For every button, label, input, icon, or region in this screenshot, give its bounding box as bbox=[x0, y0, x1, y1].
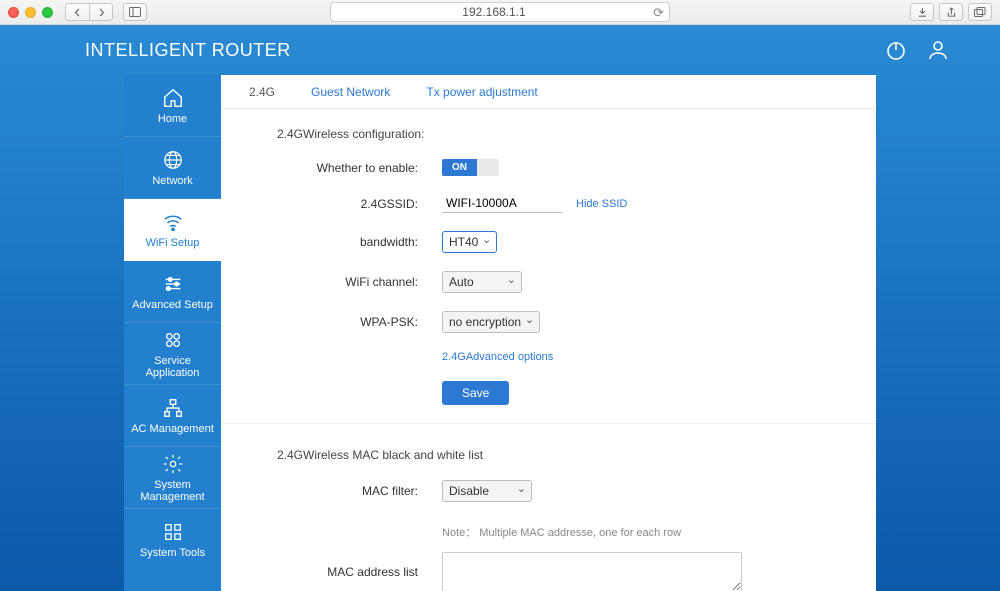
sidebar-item-label: AC Management bbox=[131, 423, 214, 435]
channel-select[interactable]: Auto bbox=[442, 271, 522, 293]
window-controls bbox=[8, 7, 53, 18]
minimize-window-button[interactable] bbox=[25, 7, 36, 18]
globe-icon bbox=[162, 149, 184, 171]
address-bar[interactable]: 192.168.1.1 ⟳ bbox=[330, 2, 670, 22]
mac-note-text: Note： Multiple MAC addresse, one for eac… bbox=[442, 524, 681, 540]
tabs-button[interactable] bbox=[968, 3, 992, 21]
label-ssid: 2.4GSSID: bbox=[277, 197, 442, 211]
row-save: Save bbox=[277, 381, 846, 405]
address-text: 192.168.1.1 bbox=[462, 5, 525, 19]
toggle-off-handle: ​ bbox=[477, 159, 499, 176]
sliders-icon bbox=[162, 273, 184, 295]
apps-icon bbox=[162, 329, 184, 351]
sidebar-item-ac[interactable]: AC Management bbox=[124, 385, 221, 447]
back-button[interactable] bbox=[65, 3, 89, 21]
tabs: 2.4G Guest Network Tx power adjustment bbox=[221, 75, 876, 109]
sidebar-item-label: System Tools bbox=[140, 547, 205, 559]
wpa-select[interactable]: no encryption bbox=[442, 311, 540, 333]
content-panel: 2.4G Guest Network Tx power adjustment 2… bbox=[221, 75, 876, 591]
sidebar: Home Network WiFi Setup Advanced Setup bbox=[124, 75, 221, 591]
sidebar-item-service[interactable]: Service Application bbox=[124, 323, 221, 385]
downloads-button[interactable] bbox=[910, 3, 934, 21]
sidebar-item-label: Service Application bbox=[128, 355, 217, 379]
label-enable: Whether to enable: bbox=[277, 161, 442, 175]
label-channel: WiFi channel: bbox=[277, 275, 442, 289]
section-title-wireless: 2.4GWireless configuration: bbox=[277, 127, 846, 141]
label-mac-addrlist: MAC address list bbox=[277, 565, 442, 579]
sidebar-item-home[interactable]: Home bbox=[124, 75, 221, 137]
user-icon[interactable] bbox=[926, 38, 950, 62]
row-enable: Whether to enable: ON ​ bbox=[277, 159, 846, 176]
hide-ssid-link[interactable]: Hide SSID bbox=[576, 198, 627, 210]
row-mac-addr-list: MAC address list bbox=[277, 552, 846, 591]
sidebar-item-system-tools[interactable]: System Tools bbox=[124, 509, 221, 571]
toolbar-right bbox=[910, 3, 992, 21]
ssid-input[interactable] bbox=[442, 194, 562, 213]
toggle-on-label: ON bbox=[442, 159, 477, 176]
sidebar-item-system-management[interactable]: System Management bbox=[124, 447, 221, 509]
header-actions bbox=[884, 38, 950, 62]
row-wpa: WPA-PSK: no encryption bbox=[277, 311, 846, 333]
nav-button-group bbox=[65, 3, 113, 21]
row-ssid: 2.4GSSID: Hide SSID bbox=[277, 194, 846, 213]
tools-icon bbox=[162, 521, 184, 543]
sidebar-item-label: Home bbox=[158, 113, 187, 125]
router-header-title: INTELLIGENT ROUTER bbox=[85, 40, 291, 61]
main-layout: Home Network WiFi Setup Advanced Setup bbox=[124, 75, 876, 591]
row-channel: WiFi channel: Auto bbox=[277, 271, 846, 293]
sidebar-item-label: Network bbox=[152, 175, 192, 187]
row-advanced-link: 2.4GAdvanced options bbox=[277, 351, 846, 363]
row-bandwidth: bandwidth: HT40 bbox=[277, 231, 846, 253]
sidebar-item-network[interactable]: Network bbox=[124, 137, 221, 199]
reload-icon[interactable]: ⟳ bbox=[653, 5, 664, 21]
sidebar-item-label: WiFi Setup bbox=[146, 237, 200, 249]
mac-address-textarea[interactable] bbox=[442, 552, 742, 591]
mac-filter-select[interactable]: Disable bbox=[442, 480, 532, 502]
section-title-maclist: 2.4GWireless MAC black and white list bbox=[277, 448, 846, 462]
bandwidth-select[interactable]: HT40 bbox=[442, 231, 497, 253]
enable-toggle[interactable]: ON ​ bbox=[442, 159, 499, 176]
power-icon[interactable] bbox=[884, 38, 908, 62]
label-bandwidth: bandwidth: bbox=[277, 235, 442, 249]
label-mac-filter: MAC filter: bbox=[277, 484, 442, 498]
save-button[interactable]: Save bbox=[442, 381, 509, 405]
sidebar-item-label: System Management bbox=[128, 479, 217, 503]
router-header: INTELLIGENT ROUTER bbox=[0, 25, 1000, 75]
sidebar-item-label: Advanced Setup bbox=[132, 299, 213, 311]
home-icon bbox=[162, 87, 184, 109]
share-button[interactable] bbox=[939, 3, 963, 21]
row-mac-filter: MAC filter: Disable bbox=[277, 480, 846, 502]
page-area: INTELLIGENT ROUTER Home Networ bbox=[0, 25, 1000, 591]
tab-24g[interactable]: 2.4G bbox=[231, 75, 293, 108]
maximize-window-button[interactable] bbox=[42, 7, 53, 18]
close-window-button[interactable] bbox=[8, 7, 19, 18]
sidebar-item-wifi[interactable]: WiFi Setup bbox=[124, 199, 221, 261]
label-wpa: WPA-PSK: bbox=[277, 315, 442, 329]
hierarchy-icon bbox=[162, 397, 184, 419]
row-mac-note: Note： Multiple MAC addresse, one for eac… bbox=[277, 520, 846, 548]
wifi-icon bbox=[162, 211, 184, 233]
tab-tx-power[interactable]: Tx power adjustment bbox=[408, 75, 555, 108]
advanced-options-link[interactable]: 2.4GAdvanced options bbox=[442, 351, 553, 363]
section-divider bbox=[221, 423, 876, 424]
gear-icon bbox=[162, 453, 184, 475]
address-bar-wrap: 192.168.1.1 ⟳ bbox=[330, 2, 670, 22]
sidebar-toggle-button[interactable] bbox=[123, 3, 147, 21]
panel-24g: 2.4GWireless configuration: Whether to e… bbox=[221, 109, 876, 591]
tab-guest-network[interactable]: Guest Network bbox=[293, 75, 408, 108]
forward-button[interactable] bbox=[89, 3, 113, 21]
sidebar-item-advanced[interactable]: Advanced Setup bbox=[124, 261, 221, 323]
browser-toolbar: 192.168.1.1 ⟳ bbox=[0, 0, 1000, 25]
